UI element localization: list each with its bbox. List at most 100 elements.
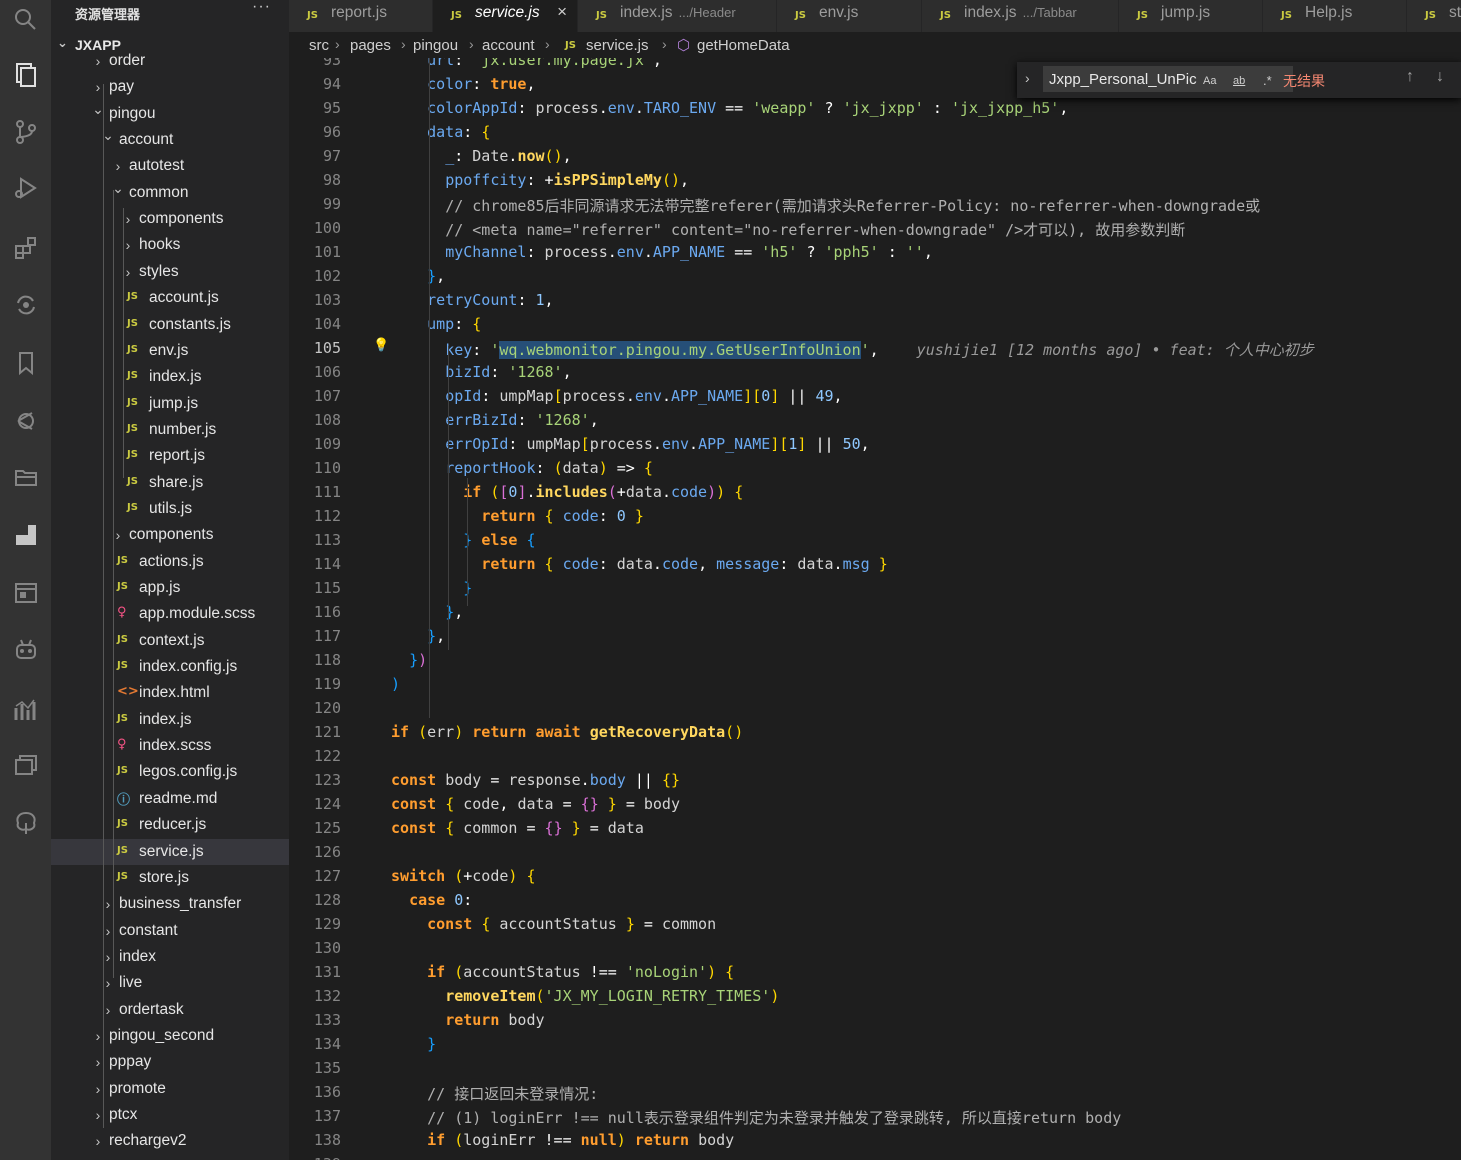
lightbulb-icon[interactable]: 💡	[373, 338, 389, 353]
tab-index-js[interactable]: JS index.js .../Header	[578, 0, 777, 32]
code-line[interactable]: 111 if ([0].includes(+data.code)) {	[289, 480, 1461, 504]
tree-file[interactable]: JS jump.js	[51, 391, 289, 417]
tree-folder[interactable]: › components	[51, 206, 289, 232]
square-icon[interactable]	[0, 515, 51, 555]
code-line[interactable]: 107 opId: umpMap[process.env.APP_NAME][0…	[289, 384, 1461, 408]
find-input[interactable]: Jxpp_Personal_UnPic Aa ab .*	[1043, 66, 1293, 92]
tree-folder[interactable]: › constant	[51, 918, 289, 944]
extensions-icon[interactable]	[0, 228, 51, 268]
code-line[interactable]: 113 } else {	[289, 528, 1461, 552]
code-line[interactable]: 99 // chrome85后非同源请求无法带完整referer(需加请求头Re…	[289, 192, 1461, 216]
tree-file[interactable]: <> index.html	[51, 680, 289, 706]
code-line[interactable]: 116 },	[289, 600, 1461, 624]
code-line[interactable]: 132 removeItem('JX_MY_LOGIN_RETRY_TIMES'…	[289, 984, 1461, 1008]
tree-folder[interactable]: › index	[51, 944, 289, 970]
tree-folder[interactable]: ⌄ account	[51, 127, 289, 153]
tab-st[interactable]: JS st	[1407, 0, 1461, 32]
tree-icon[interactable]	[0, 803, 51, 843]
folder-icon[interactable]	[0, 457, 51, 497]
browser-icon[interactable]	[0, 573, 51, 613]
toggle-replace-icon[interactable]: ›	[1025, 70, 1030, 86]
code-line[interactable]: 101 myChannel: process.env.APP_NAME == '…	[289, 240, 1461, 264]
code-line[interactable]: 133 return body	[289, 1008, 1461, 1032]
source-control-icon[interactable]	[0, 112, 51, 152]
tree-file[interactable]: JS reducer.js	[51, 812, 289, 838]
code-line[interactable]: 125 const { common = {} } = data	[289, 816, 1461, 840]
explorer-icon[interactable]	[0, 55, 51, 95]
more-actions-icon[interactable]: ···	[252, 0, 271, 16]
code-line[interactable]: 115 }	[289, 576, 1461, 600]
sync-icon[interactable]	[0, 285, 51, 325]
tree-folder[interactable]: › hooks	[51, 232, 289, 258]
tab-report-js[interactable]: JS report.js	[289, 0, 433, 32]
breadcrumb-item[interactable]: getHomeData	[697, 37, 790, 54]
tab-index-js[interactable]: JS index.js .../Tabbar	[922, 0, 1119, 32]
code-line[interactable]: 131 if (accountStatus !== 'noLogin') {	[289, 960, 1461, 984]
code-line[interactable]: 102 },	[289, 264, 1461, 288]
code-line[interactable]: 105 💡 key: 'wq.webmonitor.pingou.my.GetUs…	[289, 336, 1461, 360]
tree-file[interactable]: JS legos.config.js	[51, 759, 289, 785]
tab-jump-js[interactable]: JS jump.js	[1119, 0, 1263, 32]
code-line[interactable]: 121 if (err) return await getRecoveryData…	[289, 720, 1461, 744]
tree-folder[interactable]: › pay	[51, 74, 289, 100]
code-line[interactable]: 120	[289, 696, 1461, 720]
chart-icon[interactable]	[0, 690, 51, 730]
tree-file[interactable]: JS env.js	[51, 338, 289, 364]
next-match-icon[interactable]: ↓	[1436, 68, 1444, 86]
tree-file[interactable]: JS app.js	[51, 575, 289, 601]
whole-word-icon[interactable]: ab	[1233, 75, 1245, 87]
tree-folder[interactable]: ⌄ pingou	[51, 101, 289, 127]
regex-icon[interactable]: .*	[1263, 73, 1272, 88]
code-line[interactable]: 112 return { code: 0 }	[289, 504, 1461, 528]
bookmark-icon[interactable]	[0, 343, 51, 383]
tree-file[interactable]: JS service.js	[51, 839, 289, 865]
code-line[interactable]: 97 _: Date.now(),	[289, 144, 1461, 168]
code-line[interactable]: 134 }	[289, 1032, 1461, 1056]
tab-Help-js[interactable]: JS Help.js	[1263, 0, 1407, 32]
tree-file[interactable]: JS context.js	[51, 628, 289, 654]
tree-folder[interactable]: › business_transfer	[51, 891, 289, 917]
tree-folder[interactable]: › components	[51, 522, 289, 548]
code-line[interactable]: 100 // <meta name="referrer" content="no…	[289, 216, 1461, 240]
code-line[interactable]: 126	[289, 840, 1461, 864]
code-line[interactable]: 108 errBizId: '1268',	[289, 408, 1461, 432]
tree-file[interactable]: JS number.js	[51, 417, 289, 443]
code-line[interactable]: 139	[289, 1152, 1461, 1160]
code-line[interactable]: 118 })	[289, 648, 1461, 672]
tree-file[interactable]: JS utils.js	[51, 496, 289, 522]
close-icon[interactable]: ×	[557, 2, 567, 22]
code-line[interactable]: 110 reportHook: (data) => {	[289, 456, 1461, 480]
tree-file[interactable]: ♀ index.scss	[51, 733, 289, 759]
code-line[interactable]: 104 ump: {	[289, 312, 1461, 336]
tab-service-js[interactable]: JS service.js ×	[433, 0, 578, 32]
tree-file[interactable]: ⓘ readme.md	[51, 786, 289, 812]
tree-file[interactable]: ♀ app.module.scss	[51, 601, 289, 627]
tree-file[interactable]: JS share.js	[51, 470, 289, 496]
robot-icon[interactable]	[0, 630, 51, 670]
git-graph-icon[interactable]	[0, 401, 51, 441]
code-editor[interactable]: 93 url: `jx.user.my.page.jx`, 94 color: t…	[289, 58, 1461, 1160]
tree-folder[interactable]: › pingou_second	[51, 1023, 289, 1049]
code-line[interactable]: 103 retryCount: 1,	[289, 288, 1461, 312]
files-icon[interactable]	[0, 745, 51, 785]
code-line[interactable]: 124 const { code, data = {} } = body	[289, 792, 1461, 816]
tree-file[interactable]: JS constants.js	[51, 312, 289, 338]
breadcrumb-item[interactable]: pingou	[413, 37, 458, 54]
tree-file[interactable]: JS index.config.js	[51, 654, 289, 680]
code-line[interactable]: 114 return { code: data.code, message: d…	[289, 552, 1461, 576]
tab-env-js[interactable]: JS env.js	[777, 0, 922, 32]
tree-folder[interactable]: › promote	[51, 1076, 289, 1102]
code-line[interactable]: 119)	[289, 672, 1461, 696]
code-line[interactable]: 128 case 0:	[289, 888, 1461, 912]
code-line[interactable]: 138 if (loginErr !== null) return body	[289, 1128, 1461, 1152]
tree-folder[interactable]: › styles	[51, 259, 289, 285]
code-line[interactable]: 106 bizId: '1268',	[289, 360, 1461, 384]
code-line[interactable]: 117 },	[289, 624, 1461, 648]
code-line[interactable]: 122	[289, 744, 1461, 768]
code-line[interactable]: 109 errOpId: umpMap[process.env.APP_NAME…	[289, 432, 1461, 456]
match-case-icon[interactable]: Aa	[1203, 75, 1216, 87]
tree-folder[interactable]: › order	[51, 48, 289, 74]
code-line[interactable]: 98 ppoffcity: +isPPSimpleMy(),	[289, 168, 1461, 192]
code-line[interactable]: 127 switch (+code) {	[289, 864, 1461, 888]
code-line[interactable]: 129 const { accountStatus } = common	[289, 912, 1461, 936]
